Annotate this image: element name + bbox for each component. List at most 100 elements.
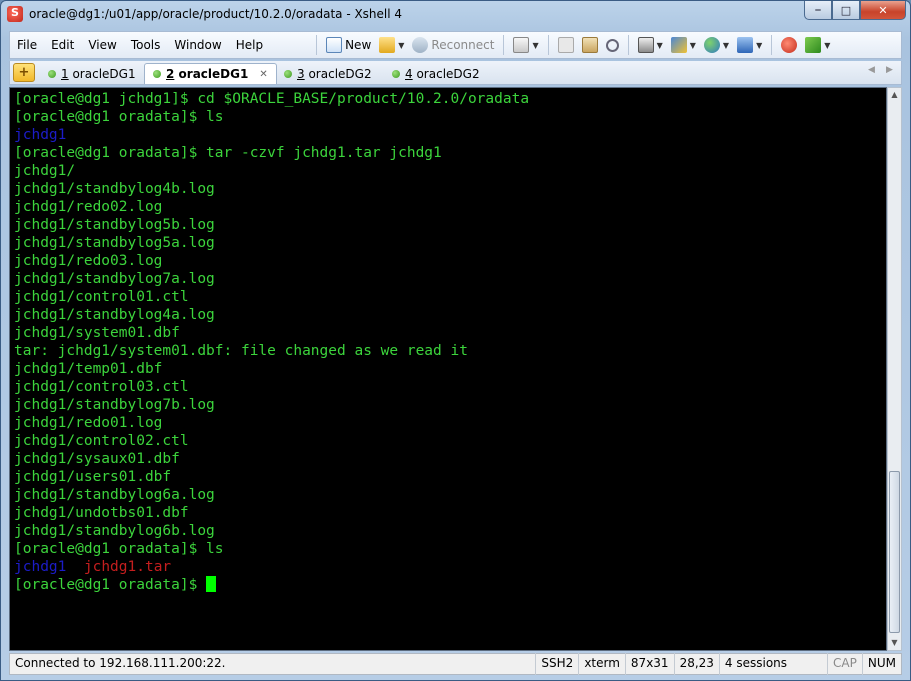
print-button[interactable]: ▼ <box>634 34 667 56</box>
menu-file[interactable]: File <box>10 38 44 52</box>
menu-tools[interactable]: Tools <box>124 38 168 52</box>
new-session-button[interactable]: New <box>322 34 375 56</box>
reconnect-label: Reconnect <box>431 38 495 52</box>
chevron-down-icon: ▼ <box>756 40 763 50</box>
chevron-down-icon: ▼ <box>532 40 539 50</box>
globe-icon <box>703 37 720 53</box>
terminal-line: [oracle@dg1 jchdg1]$ cd $ORACLE_BASE/pro… <box>14 91 530 107</box>
maximize-button[interactable]: □ <box>832 1 860 20</box>
tab-label: oracleDG2 <box>308 66 372 81</box>
terminal-line: jchdg1/temp01.dbf <box>14 361 163 377</box>
script-icon <box>805 37 822 53</box>
reconnect-icon <box>412 37 429 53</box>
tab-close-icon[interactable]: ✕ <box>259 69 267 80</box>
script-button[interactable]: ▼ <box>801 34 834 56</box>
terminal-line: jchdg1/standbylog7a.log <box>14 271 215 287</box>
find-button[interactable] <box>602 34 623 56</box>
terminal-output: [oracle@dg1 jchdg1]$ cd $ORACLE_BASE/pro… <box>14 90 886 558</box>
chevron-down-icon: ▼ <box>824 40 831 50</box>
tab-session-1[interactable]: 1 oracleDG1 <box>40 63 144 84</box>
session-tab-bar: + 1 oracleDG1 2 oracleDG1 ✕ 3 oracleDG2 … <box>9 61 902 85</box>
properties-icon <box>513 37 530 53</box>
xshell-window: oracle@dg1:/u01/app/oracle/product/10.2.… <box>0 0 911 681</box>
search-icon <box>605 38 619 52</box>
tab-number: 3 <box>297 66 305 81</box>
terminal-cursor <box>206 576 217 592</box>
xshell-app-icon <box>7 6 23 22</box>
toolbar-separator <box>771 35 773 55</box>
connection-status: Connected to 192.168.111.200:22. <box>15 656 226 670</box>
transfer-button[interactable]: ▼ <box>667 34 700 56</box>
reconnect-button[interactable]: Reconnect <box>408 34 498 56</box>
terminal-line: jchdg1 jchdg1.tar <box>14 558 886 576</box>
num-lock-indicator: NUM <box>861 653 901 675</box>
menu-edit[interactable]: Edit <box>44 38 81 52</box>
terminal-screen[interactable]: [oracle@dg1 jchdg1]$ cd $ORACLE_BASE/pro… <box>9 87 887 651</box>
status-bar: Connected to 192.168.111.200:22. SSH2 xt… <box>9 653 902 675</box>
tab-scroll-right-icon[interactable]: ▶ <box>886 65 893 75</box>
ls-directory-entry: jchdg1 <box>14 559 67 575</box>
menu-window[interactable]: Window <box>167 38 228 52</box>
terminal-line: jchdg1/control01.ctl <box>14 289 189 305</box>
terminal-line: jchdg1/system01.dbf <box>14 325 180 341</box>
xftp-icon <box>781 37 798 53</box>
font-button[interactable]: ▼ <box>733 34 766 56</box>
terminal-line: jchdg1/control03.ctl <box>14 379 189 395</box>
title-bar[interactable]: oracle@dg1:/u01/app/oracle/product/10.2.… <box>1 1 910 29</box>
connected-status-icon <box>284 69 292 78</box>
chevron-down-icon: ▼ <box>722 40 730 50</box>
xftp-button[interactable] <box>777 34 801 56</box>
close-button[interactable]: ✕ <box>860 1 906 20</box>
terminal-line: jchdg1/standbylog6a.log <box>14 487 215 503</box>
scroll-up-icon[interactable]: ▲ <box>888 88 901 102</box>
terminal-line: jchdg1 <box>14 127 67 143</box>
toolbar-separator <box>316 35 318 55</box>
chevron-down-icon: ▼ <box>689 40 696 50</box>
paste-button[interactable] <box>578 34 602 56</box>
add-tab-button[interactable]: + <box>13 63 35 82</box>
terminal-line: [oracle@dg1 oradata]$ ls <box>14 541 224 557</box>
toolbar-separator <box>503 35 505 55</box>
terminal-line: jchdg1/redo01.log <box>14 415 163 431</box>
terminal-line: jchdg1/redo03.log <box>14 253 163 269</box>
menu-help[interactable]: Help <box>229 38 270 52</box>
font-icon <box>737 37 754 53</box>
ls-archive-entry: jchdg1.tar <box>83 559 172 575</box>
copy-icon <box>557 37 574 53</box>
terminal-line: [oracle@dg1 oradata]$ tar -czvf jchdg1.t… <box>14 145 442 161</box>
caps-lock-indicator: CAP <box>827 653 862 675</box>
terminal-line: jchdg1/redo02.log <box>14 199 163 215</box>
terminal-line: jchdg1/standbylog5b.log <box>14 217 215 233</box>
open-folder-button[interactable]: ▼ <box>375 34 408 56</box>
tab-number: 2 <box>166 67 175 81</box>
tab-session-3[interactable]: 3 oracleDG2 <box>276 63 380 84</box>
window-controls: ⎯ □ ✕ <box>804 1 906 21</box>
terminal-line: jchdg1/standbylog6b.log <box>14 523 215 539</box>
tab-session-2[interactable]: 2 oracleDG1 ✕ <box>144 63 277 84</box>
terminal-line: [oracle@dg1 oradata]$ ls <box>14 109 224 125</box>
tab-label: oracleDG1 <box>72 66 136 81</box>
tab-number: 4 <box>405 66 413 81</box>
terminal-line: jchdg1/standbylog4b.log <box>14 181 215 197</box>
terminal-prompt-line: [oracle@dg1 oradata]$ <box>14 576 886 594</box>
scrollbar-thumb[interactable] <box>889 471 900 633</box>
menu-toolbar-row: File Edit View Tools Window Help New ▼ R… <box>9 31 902 59</box>
tab-label: oracleDG2 <box>416 66 480 81</box>
tab-session-4[interactable]: 4 oracleDG2 <box>384 63 488 84</box>
protocol-status: SSH2 <box>535 653 578 675</box>
printer-icon <box>637 37 654 53</box>
terminal-size-status: 87x31 <box>624 653 674 675</box>
properties-button[interactable]: ▼ <box>509 34 542 56</box>
minimize-button[interactable]: ⎯ <box>804 1 832 20</box>
folder-icon <box>379 37 396 53</box>
terminal-line: jchdg1/standbylog7b.log <box>14 397 215 413</box>
window-title: oracle@dg1:/u01/app/oracle/product/10.2.… <box>29 7 403 21</box>
cursor-position-status: 28,23 <box>673 653 719 675</box>
globe-button[interactable]: ▼ <box>700 34 733 56</box>
terminal-scrollbar[interactable]: ▲ ▼ <box>887 87 902 651</box>
scroll-down-icon[interactable]: ▼ <box>888 636 901 650</box>
copy-button[interactable] <box>554 34 578 56</box>
shell-prompt: [oracle@dg1 oradata]$ <box>14 577 207 593</box>
menu-view[interactable]: View <box>81 38 123 52</box>
tab-scroll-left-icon[interactable]: ◀ <box>868 65 875 75</box>
